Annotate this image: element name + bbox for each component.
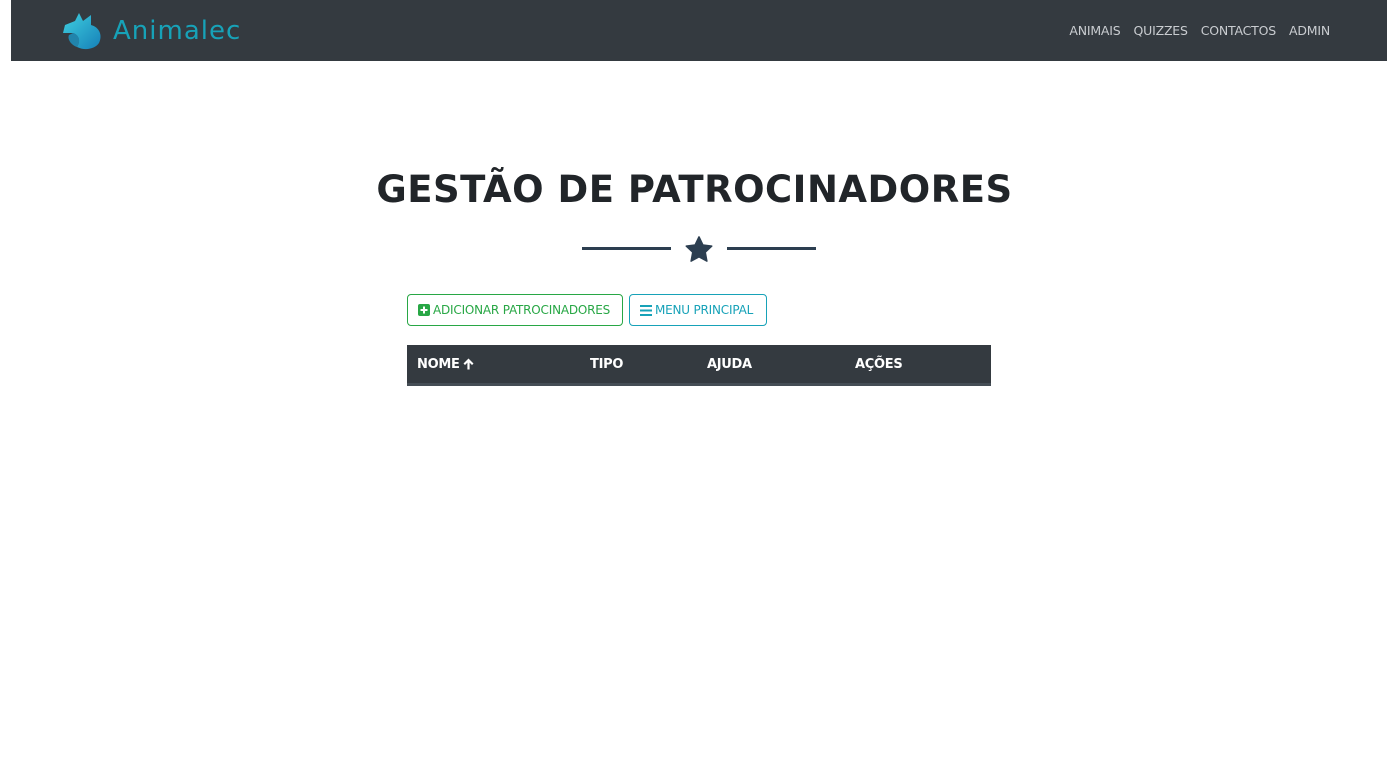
nav-link-contactos[interactable]: CONTACTOS [1201, 23, 1276, 38]
page-title: GESTÃO DE PATROCINADORES [376, 168, 1013, 211]
main-menu-label: MENU PRINCIPAL [655, 303, 754, 317]
column-header-tipo: TIPO [590, 356, 624, 372]
brand-name: Animalec [113, 16, 242, 46]
column-header-ajuda: AJUDA [707, 356, 752, 372]
arrow-up-icon [463, 358, 474, 370]
dog-head-logo-icon [61, 11, 105, 51]
nav-link-animais[interactable]: ANIMAIS [1069, 23, 1120, 38]
add-sponsors-button[interactable]: ADICIONAR PATROCINADORES [407, 294, 623, 326]
column-header-nome[interactable]: NOME [417, 345, 474, 383]
nav-link-quizzes[interactable]: QUIZZES [1134, 23, 1188, 38]
divider-line-right [727, 247, 816, 250]
plus-square-icon [418, 304, 430, 316]
nav-link-admin[interactable]: ADMIN [1289, 23, 1330, 38]
column-header-nome-label: NOME [417, 356, 460, 372]
column-header-acoes: AÇÕES [855, 356, 903, 372]
sponsors-table-header: NOME TIPO AJUDA AÇÕES [407, 345, 991, 386]
title-divider [582, 233, 816, 267]
star-icon [684, 235, 714, 270]
navbar: Animalec ANIMAIS QUIZZES CONTACTOS ADMIN [11, 0, 1387, 61]
add-sponsors-label: ADICIONAR PATROCINADORES [433, 303, 611, 317]
brand-logo-link[interactable]: Animalec [61, 10, 241, 52]
nav-links: ANIMAIS QUIZZES CONTACTOS ADMIN [1056, 0, 1330, 61]
main-menu-button[interactable]: MENU PRINCIPAL [629, 294, 767, 326]
divider-line-left [582, 247, 671, 250]
bars-icon [640, 304, 652, 316]
